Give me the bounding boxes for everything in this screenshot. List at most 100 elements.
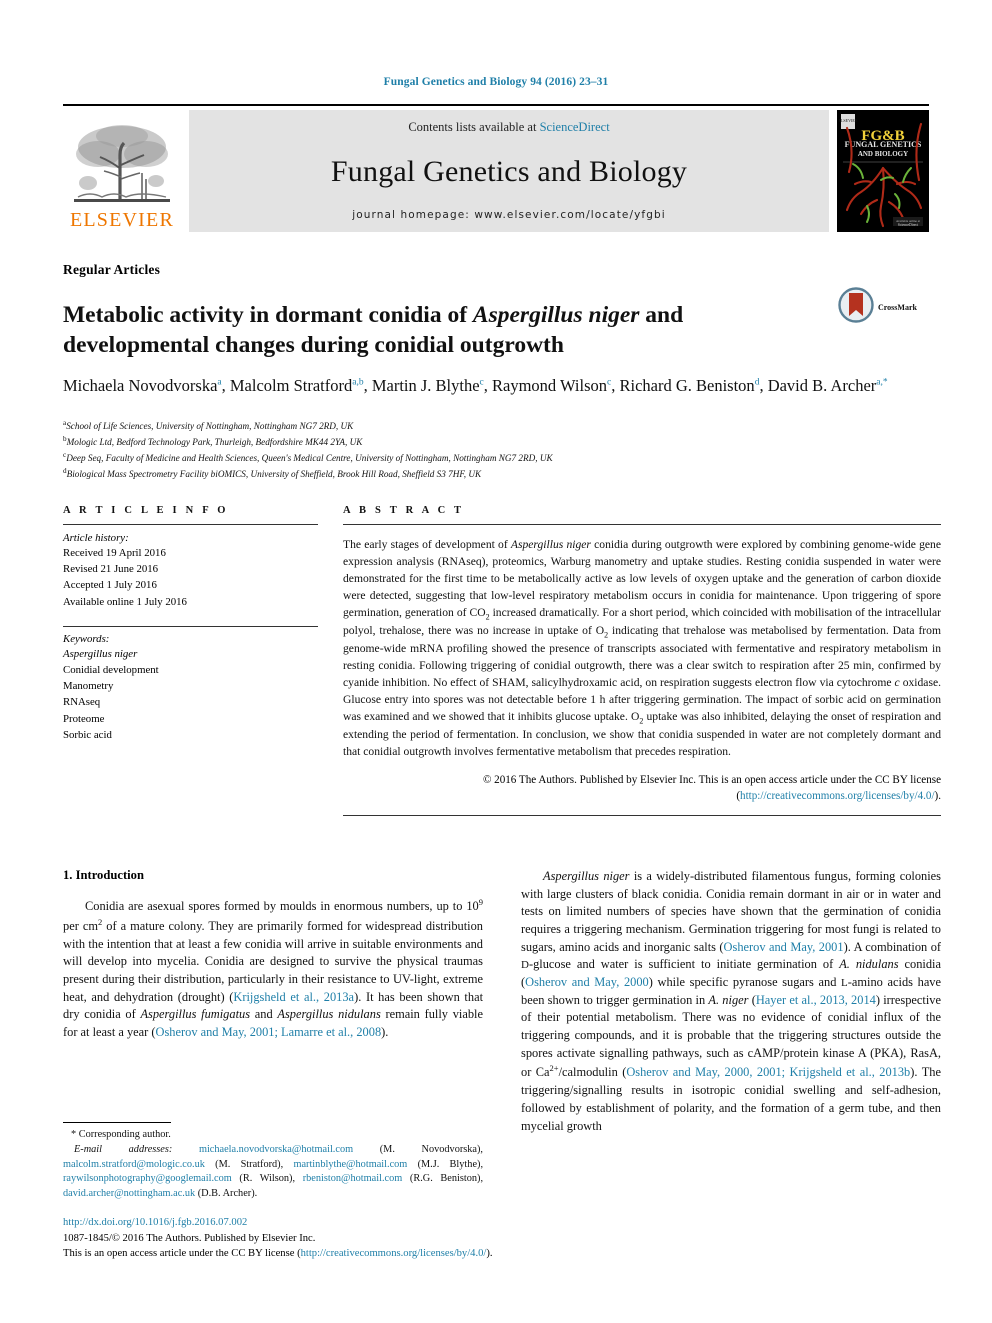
affiliation-text: Biological Mass Spectrometry Facility bi… xyxy=(66,468,482,479)
elsevier-wordmark: ELSEVIER xyxy=(69,209,175,231)
affiliation-text: School of Life Sciences, University of N… xyxy=(66,421,354,432)
author-name: Martin J. Blythe xyxy=(371,376,480,395)
info-abstract-section: A R T I C L E I N F O Article history: R… xyxy=(63,505,941,817)
crossmark-badge[interactable]: CrossMark xyxy=(838,286,938,328)
article-info-heading: A R T I C L E I N F O xyxy=(63,505,229,516)
author-name: Michaela Novodvorska xyxy=(63,376,218,395)
affiliation-item: dBiological Mass Spectrometry Facility b… xyxy=(63,466,941,482)
journal-homepage[interactable]: journal homepage: www.elsevier.com/locat… xyxy=(352,209,666,221)
elsevier-logo: ELSEVIER xyxy=(63,110,181,232)
author-item: Malcolm Stratforda,b xyxy=(230,376,364,395)
author-name: Malcolm Stratford xyxy=(229,376,353,395)
license-prefix: This is an open access article under the… xyxy=(63,1248,301,1260)
author-item: Martin J. Blythec xyxy=(372,376,484,395)
author-item: Michaela Novodvorskaa xyxy=(63,376,222,395)
body-column-left: 1. Introduction Conidia are asexual spor… xyxy=(63,868,483,1135)
copyright-tail: ). xyxy=(934,790,941,803)
svg-text:ELSEVIER: ELSEVIER xyxy=(839,118,858,123)
email-link[interactable]: rbeniston@hotmail.com xyxy=(303,1173,403,1184)
history-item: Received 19 April 2016 xyxy=(63,547,166,559)
citation-link[interactable]: Hayer et al., 2013, 2014 xyxy=(756,993,876,1007)
email-label: E-mail addresses: xyxy=(74,1143,173,1155)
citation-link[interactable]: Osherov and May, 2001 xyxy=(724,940,844,954)
license-link[interactable]: http://creativecommons.org/licenses/by/4… xyxy=(301,1248,487,1259)
citation-link[interactable]: Osherov and May, 2000 xyxy=(525,975,649,989)
citation-link[interactable]: Krijgsheld et al., 2013a xyxy=(233,990,354,1004)
email-owner: (R. Wilson) xyxy=(239,1173,293,1185)
author-item: Richard G. Benistond xyxy=(619,376,759,395)
author-affiliation-marker: a,b xyxy=(352,377,364,388)
affiliation-item: cDeep Seq, Faculty of Medicine and Healt… xyxy=(63,450,941,466)
license-line: This is an open access article under the… xyxy=(63,1246,563,1262)
author-name: Raymond Wilson xyxy=(492,376,608,395)
journal-title: Fungal Genetics and Biology xyxy=(330,155,688,188)
journal-cover-thumbnail: ELSEVIER FG&B FUNGAL GENETICS AND BIOLOG… xyxy=(837,110,929,232)
corresponding-author-note: * Corresponding author. xyxy=(71,1129,171,1140)
crossmark-label: CrossMark xyxy=(878,302,917,312)
sciencedirect-link[interactable]: ScienceDirect xyxy=(540,120,610,134)
journal-masthead: ELSEVIER Contents lists available at Sci… xyxy=(63,104,929,232)
footnote-rule xyxy=(63,1122,171,1123)
body-column-right: Aspergillus niger is a widely-distribute… xyxy=(521,868,941,1135)
keywords-rule xyxy=(63,625,318,627)
citation-link[interactable]: Osherov and May, 2000, 2001; Krijgsheld … xyxy=(626,1066,910,1080)
doi-link[interactable]: http://dx.doi.org/10.1016/j.fgb.2016.07.… xyxy=(63,1215,563,1231)
keyword-item: Sorbic acid xyxy=(63,728,112,741)
author-sep: , xyxy=(483,376,493,395)
email-link[interactable]: martinblythe@hotmail.com xyxy=(293,1159,407,1170)
history-item: Available online 1 July 2016 xyxy=(63,595,187,608)
affiliation-text: Mologic Ltd, Bedford Technology Park, Th… xyxy=(66,437,363,448)
abstract-bottom-rule xyxy=(343,815,941,817)
keyword-item: Manometry xyxy=(63,680,114,693)
author-list: Michaela Novodvorskaa, Malcolm Stratford… xyxy=(63,374,941,398)
keyword-item: Aspergillus niger xyxy=(63,647,138,660)
page-title: Metabolic activity in dormant conidia of… xyxy=(63,300,783,360)
svg-text:FUNGAL GENETICS: FUNGAL GENETICS xyxy=(845,140,922,149)
author-sep: , xyxy=(363,376,372,395)
crossmark-icon xyxy=(838,286,874,328)
email-owner: (M. Novodvorska) xyxy=(379,1143,481,1155)
intro-paragraph-1: Conidia are asexual spores formed by mou… xyxy=(63,897,484,1039)
author-name: David B. Archer xyxy=(767,376,877,395)
email-link[interactable]: malcolm.stratford@mologic.co.uk xyxy=(63,1159,205,1170)
history-item: Revised 21 June 2016 xyxy=(63,563,159,576)
article-info-rule xyxy=(63,524,318,525)
abstract-heading: A B S T R A C T xyxy=(343,505,465,516)
svg-text:AND BIOLOGY: AND BIOLOGY xyxy=(858,150,908,158)
svg-text:ScienceDirect: ScienceDirect xyxy=(898,223,918,227)
history-item: Accepted 1 July 2016 xyxy=(63,579,157,592)
email-link[interactable]: david.archer@nottingham.ac.uk xyxy=(63,1188,195,1199)
section-heading-introduction: 1. Introduction xyxy=(63,868,144,882)
email-addresses-note: E-mail addresses: michaela.novodvorska@h… xyxy=(63,1143,484,1200)
abstract-block: A B S T R A C T The early stages of deve… xyxy=(318,505,941,817)
contents-prefix: Contents lists available at xyxy=(408,120,540,134)
email-link[interactable]: raywilsonphotography@googlemail.com xyxy=(63,1173,232,1184)
author-item: Raymond Wilsonc xyxy=(492,376,611,395)
email-owner: (R.G. Beniston) xyxy=(409,1173,481,1185)
author-sep: , xyxy=(759,376,768,395)
body-columns: 1. Introduction Conidia are asexual spor… xyxy=(63,868,941,1135)
paper-page: Fungal Genetics and Biology 94 (2016) 23… xyxy=(0,0,992,1323)
author-affiliation-marker: a,* xyxy=(876,377,888,388)
license-tail: ). xyxy=(486,1248,493,1260)
article-history-title: Article history: xyxy=(63,532,129,544)
contents-available-line: Contents lists available at ScienceDirec… xyxy=(408,120,609,135)
affiliation-list: aSchool of Life Sciences, University of … xyxy=(63,418,941,482)
keyword-item: RNAseq xyxy=(63,696,101,709)
email-owner: (M. Stratford) xyxy=(215,1158,281,1170)
citation-link[interactable]: Osherov and May, 2001; Lamarre et al., 2… xyxy=(156,1025,382,1039)
title-species-italic: Aspergillus niger xyxy=(472,301,640,328)
cc-license-link[interactable]: http://creativecommons.org/licenses/by/4… xyxy=(740,790,935,802)
affiliation-text: Deep Seq, Faculty of Medicine and Health… xyxy=(66,453,553,463)
author-item: David B. Archera,* xyxy=(768,376,888,395)
elsevier-tree-icon xyxy=(70,121,174,209)
keyword-item: Proteome xyxy=(63,712,105,725)
email-owner: (M.J. Blythe) xyxy=(417,1158,481,1170)
article-type-kicker: Regular Articles xyxy=(63,262,161,277)
abstract-rule xyxy=(343,524,941,525)
author-name: Richard G. Beniston xyxy=(619,376,755,395)
article-info-block: A R T I C L E I N F O Article history: R… xyxy=(63,505,318,816)
colophon-block: http://dx.doi.org/10.1016/j.fgb.2016.07.… xyxy=(63,1215,563,1262)
email-link[interactable]: michaela.novodvorska@hotmail.com xyxy=(199,1144,353,1155)
abstract-copyright: © 2016 The Authors. Published by Elsevie… xyxy=(343,772,941,804)
